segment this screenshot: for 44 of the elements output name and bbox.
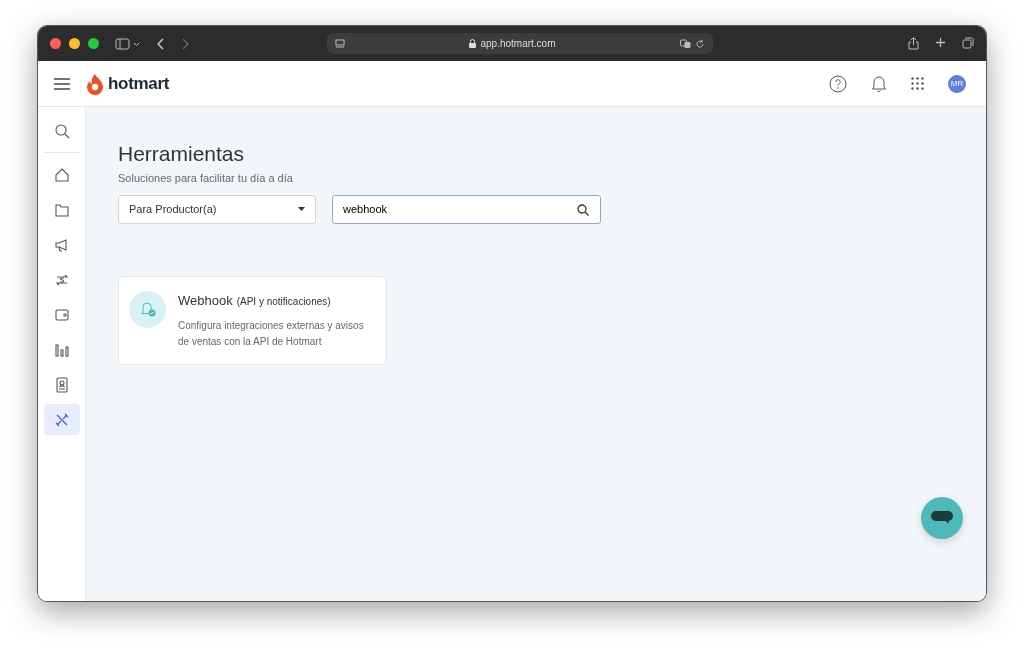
translate-icon[interactable] [680,38,691,49]
share-icon[interactable] [908,37,919,50]
minimize-icon[interactable] [69,38,80,49]
apps-grid-icon[interactable] [911,77,924,90]
chat-bubble-icon [931,510,953,526]
reload-icon[interactable] [695,38,705,49]
menu-icon[interactable] [54,77,70,90]
help-icon[interactable] [829,74,847,93]
tool-card[interactable]: Webhook (API y notificaciones) Configura integraciones externas y avisos de ventas con la API de Hotmart [118,275,387,366]
bell-check-icon [129,290,166,328]
search-field[interactable]: webhook [332,194,601,224]
flame-logo-icon [86,72,104,95]
close-icon[interactable] [50,38,61,49]
tools-icon [53,411,70,428]
chat-button[interactable] [921,497,963,539]
bell-icon[interactable] [871,75,887,92]
tabs-overview-icon[interactable] [962,37,974,49]
home-icon [53,166,70,183]
reader-icon[interactable] [335,38,345,49]
plus-icon[interactable] [935,37,946,48]
maximize-icon[interactable] [88,38,99,49]
url-text: app.hotmart.com [480,37,556,51]
sidebar-toggle-icon[interactable] [115,37,141,50]
user-avatar[interactable]: MR [948,74,966,93]
search-icon [53,122,70,139]
page-subtitle: Soluciones para facilitar tu día a día [118,171,294,187]
back-icon[interactable] [157,37,165,50]
audience-dropdown[interactable]: Para Productor(a) [118,194,316,224]
folder-icon [53,201,70,218]
tool-subtitle: (API y notificaciones) [236,294,331,309]
megaphone-icon [53,236,70,253]
logo-text: hotmart [108,72,170,95]
tool-title: Webhook [178,291,233,310]
page-title: Herramientas [118,141,246,167]
lock-icon [469,39,477,48]
search-icon [577,203,589,216]
contact-card-icon [53,376,70,393]
wallet-icon [53,306,70,323]
forward-icon[interactable] [181,37,189,50]
sidebar-item[interactable] [43,404,80,435]
bar-chart-icon [53,341,70,358]
address-bar[interactable]: app.hotmart.com [327,33,713,54]
tool-description: Configura integraciones externas y avisos de ventas con la API de Hotmart [178,319,365,350]
caret-icon [298,207,305,212]
